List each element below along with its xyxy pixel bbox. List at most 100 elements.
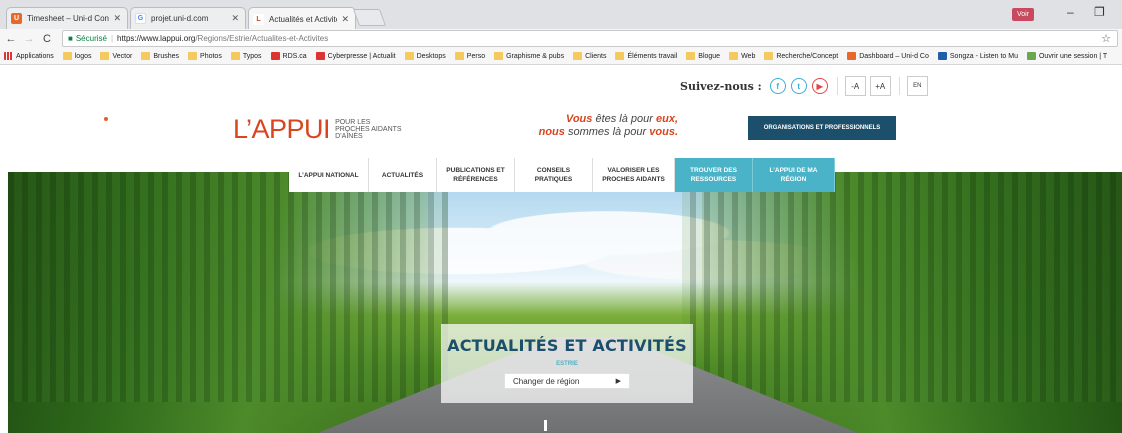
bookmark-item[interactable]: Applications xyxy=(4,52,54,60)
logo-word: L’APPUI xyxy=(233,114,331,144)
bookmark-item[interactable]: Perso xyxy=(454,52,486,60)
folder-icon xyxy=(494,52,504,60)
tagline-word: eux, xyxy=(655,113,678,125)
profile-button[interactable]: Voir xyxy=(1012,8,1035,21)
bookmark-label: Web xyxy=(741,52,756,60)
tagline-word: nous xyxy=(538,126,565,138)
region-label: ESTRIE xyxy=(556,361,578,367)
minimize-button[interactable]: – xyxy=(1067,5,1074,19)
bookmark-item[interactable]: Clients xyxy=(573,52,606,60)
bookmark-star-icon[interactable]: ☆ xyxy=(1101,32,1111,45)
browser-window: U Timesheet – Uni-d Conse ✕ G projet.uni… xyxy=(0,0,1122,433)
logo-subtitle: POUR LES PROCHES AIDANTS D’AÎNÉS xyxy=(335,119,402,140)
bookmark-label: Graphisme & pubs xyxy=(506,52,565,60)
nav-label: L’APPUI DE MA RÉGION xyxy=(769,166,817,184)
nav-valoriser[interactable]: VALORISER LES PROCHES AIDANTS xyxy=(593,158,675,192)
bookmark-label: Dashboard – Uni-d Co xyxy=(859,52,929,60)
folder-icon xyxy=(141,52,151,60)
bookmark-item[interactable]: Web xyxy=(729,52,755,60)
language-switch[interactable]: EN xyxy=(906,76,928,96)
divider xyxy=(836,77,838,95)
nav-label: L’APPUI NATIONAL xyxy=(298,171,359,179)
site-logo[interactable]: L’APPUI POUR LES PROCHES AIDANTS D’AÎNÉS xyxy=(233,116,402,143)
tagline-text: sommes là pour xyxy=(564,126,650,138)
maximize-button[interactable]: ❐ xyxy=(1094,5,1105,19)
youtube-icon[interactable]: ▶ xyxy=(811,78,828,94)
bookmark-item[interactable]: Songza - Listen to Mu xyxy=(937,52,1018,60)
tagline-word: Vous xyxy=(565,113,593,125)
nav-label-line: RESSOURCES xyxy=(690,176,737,183)
nav-conseils[interactable]: CONSEILS PRATIQUES xyxy=(515,158,593,192)
nav-label-line: RÉGION xyxy=(780,176,807,183)
organisations-button[interactable]: ORGANISATIONS ET PROFESSIONNELS xyxy=(748,116,896,140)
browser-toolbar: ← → C ■ Sécurisé | https://www.lappui.or… xyxy=(0,29,1122,48)
nav-lappui-national[interactable]: L’APPUI NATIONAL xyxy=(289,158,369,192)
nav-label-line: VALORISER LES xyxy=(607,167,660,174)
bookmark-label: Photos xyxy=(200,52,222,60)
bookmark-item[interactable]: Cyberpresse | Actualit xyxy=(315,52,396,60)
tab-actualites[interactable]: L Actualités et Activités ✕ xyxy=(248,7,356,30)
bookmark-label: Blogue xyxy=(698,52,721,60)
bookmark-label: Perso xyxy=(466,52,486,60)
bookmark-icon xyxy=(937,52,947,60)
tab-title: Timesheet – Uni-d Conse xyxy=(27,14,110,23)
bookmark-icon xyxy=(847,52,857,60)
reload-icon[interactable]: C xyxy=(40,33,54,45)
new-tab-button[interactable] xyxy=(352,9,387,26)
forward-arrow-icon[interactable]: → xyxy=(22,33,36,45)
lock-icon: ■ xyxy=(68,34,73,43)
secure-label: Sécurisé xyxy=(75,34,107,43)
tab-strip: U Timesheet – Uni-d Conse ✕ G projet.uni… xyxy=(0,0,1122,30)
nav-label-line: L’APPUI DE MA xyxy=(769,167,818,174)
folder-icon xyxy=(62,52,72,60)
text-smaller-button[interactable]: -A xyxy=(844,76,866,96)
nav-label-line: CONSEILS xyxy=(536,167,571,174)
divider xyxy=(898,77,900,95)
tab-timesheet[interactable]: U Timesheet – Uni-d Conse ✕ xyxy=(6,7,128,29)
tagline-line-1: Vous êtes là pour eux, xyxy=(500,113,678,126)
social-bar: Suivez-nous : f t ▶ -A +A EN xyxy=(680,76,928,96)
bookmark-item[interactable]: RDS.ca xyxy=(270,52,307,60)
nav-publications[interactable]: PUBLICATIONS ET RÉFÉRENCES xyxy=(437,158,515,192)
bookmark-item[interactable]: Recherche/Concept xyxy=(764,52,838,60)
timesheet-favicon: U xyxy=(11,13,22,24)
bookmark-item[interactable]: Dashboard – Uni-d Co xyxy=(847,52,929,60)
facebook-icon[interactable]: f xyxy=(769,78,786,94)
bookmark-icon xyxy=(270,52,280,60)
close-icon[interactable]: ✕ xyxy=(341,14,349,25)
tab-projet[interactable]: G projet.uni-d.com ✕ xyxy=(130,7,246,29)
tagline-line-2: nous sommes là pour vous. xyxy=(500,126,678,139)
tagline-word: vous. xyxy=(649,126,678,138)
text-larger-button[interactable]: +A xyxy=(869,76,891,96)
nav-label: VALORISER LES PROCHES AIDANTS xyxy=(602,166,665,184)
change-region-button[interactable]: Changer de région ▶ xyxy=(504,373,630,389)
bookmark-item[interactable]: Typos xyxy=(230,52,262,60)
bookmark-item[interactable]: Desktops xyxy=(404,52,446,60)
hero-title-box: ACTUALITÉS ET ACTIVITÉS ESTRIE Changer d… xyxy=(441,324,693,403)
bookmark-item[interactable]: Éléments travail xyxy=(615,52,677,60)
twitter-icon[interactable]: t xyxy=(790,78,807,94)
nav-label: ACTUALITÉS xyxy=(381,171,424,179)
address-bar[interactable]: ■ Sécurisé | https://www.lappui.org /Reg… xyxy=(62,30,1118,47)
change-region-label: Changer de région xyxy=(513,376,580,386)
bookmark-item[interactable]: Ouvrir une session | T xyxy=(1026,52,1107,60)
bookmark-item[interactable]: Vector xyxy=(100,52,132,60)
nav-trouver-ressources[interactable]: TROUVER DES RESSOURCES xyxy=(675,158,753,192)
bookmark-item[interactable]: Photos xyxy=(188,52,222,60)
bookmark-item[interactable]: Brushes xyxy=(141,52,179,60)
nav-label-line: RÉFÉRENCES xyxy=(453,176,498,183)
bookmark-item[interactable]: Blogue xyxy=(686,52,720,60)
back-arrow-icon[interactable]: ← xyxy=(4,33,18,45)
bookmark-label: logos xyxy=(74,52,92,60)
bookmark-label: Cyberpresse | Actualit xyxy=(327,52,396,60)
bookmark-item[interactable]: Graphisme & pubs xyxy=(494,52,564,60)
nav-actualites[interactable]: ACTUALITÉS xyxy=(369,158,437,192)
nav-appui-region[interactable]: L’APPUI DE MA RÉGION xyxy=(753,158,835,192)
bookmark-item[interactable]: logos xyxy=(62,52,92,60)
close-icon[interactable]: ✕ xyxy=(231,13,239,24)
url-separator: | xyxy=(110,34,114,43)
close-icon[interactable]: ✕ xyxy=(113,13,121,24)
url-path: /Regions/Estrie/Actualites-et-Activites xyxy=(195,34,329,43)
nav-label-line: PRATIQUES xyxy=(534,176,573,183)
folder-icon xyxy=(729,52,739,60)
